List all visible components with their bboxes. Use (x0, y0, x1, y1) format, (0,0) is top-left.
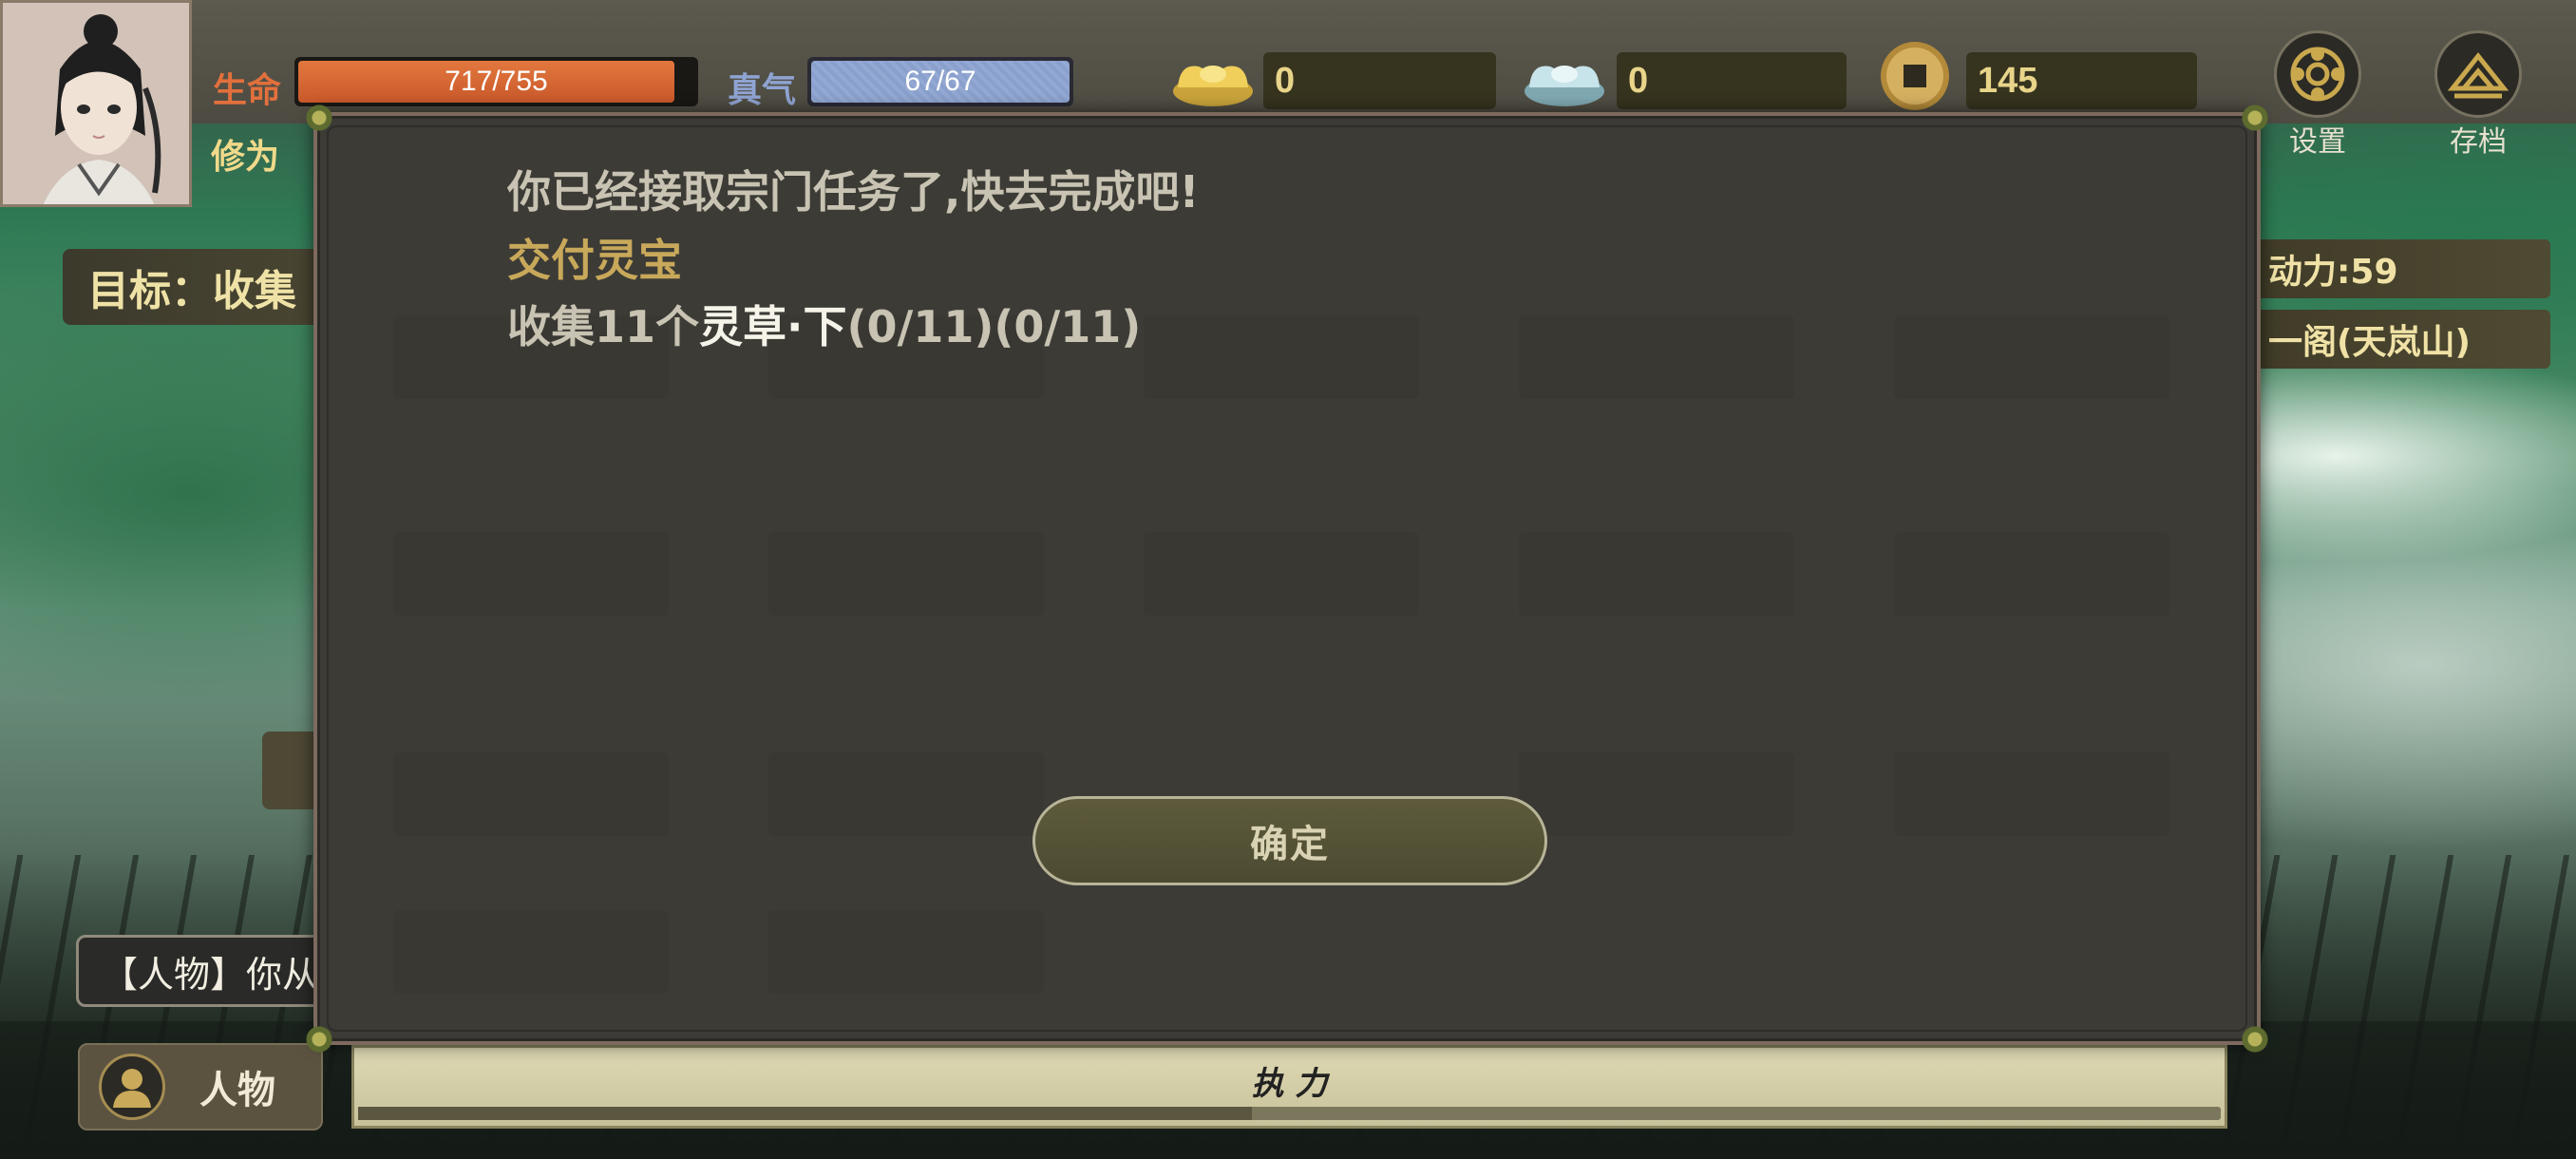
quest-accepted-dialog: 你已经接取宗门任务了,快去完成吧! 交付灵宝 收集11个灵草·下(0/11)(0… (300, 99, 2274, 1058)
location-tag[interactable]: 一阁(天岚山) (2242, 310, 2550, 369)
task-requirement-prefix: 收集11个 (507, 301, 700, 352)
task-requirement: 收集11个灵草·下(0/11)(0/11) (507, 293, 1141, 355)
quest-goal-bar[interactable]: 目标：收集 (63, 249, 348, 325)
cultivation-label: 修为 (211, 138, 280, 177)
corner-ornament (2236, 99, 2274, 137)
save-button[interactable] (2434, 30, 2522, 118)
hp-value: 717/755 (445, 66, 548, 97)
portrait-avatar-icon (3, 3, 189, 204)
save-label: 存档 (2450, 125, 2507, 159)
gold-ingot-count: 0 (1263, 52, 1496, 109)
task-item-name: 灵草·下 (699, 301, 847, 352)
hp-label: 生命 (213, 71, 282, 110)
character-button[interactable]: 人物 (78, 1043, 323, 1130)
silver-ingot-count: 0 (1617, 52, 1847, 109)
player-portrait[interactable] (0, 0, 192, 207)
settings-label: 设置 (2289, 125, 2346, 159)
confirm-button[interactable]: 确定 (1032, 796, 1547, 885)
hp-bar: 717/755 (294, 57, 698, 106)
stamina-track (358, 1107, 2221, 1120)
settings-button[interactable] (2274, 30, 2361, 118)
silver-ingot-icon (1525, 66, 1604, 106)
gold-ingot-icon (1173, 66, 1253, 106)
stamina-tag: 动力:59 (2242, 239, 2550, 298)
task-progress: (0/11)(0/11) (846, 301, 1142, 352)
stamina-label: 执 力 (1251, 1065, 1328, 1103)
side-tab[interactable] (262, 732, 319, 809)
character-label: 人物 (199, 1069, 275, 1112)
qi-value: 67/67 (904, 66, 976, 97)
person-icon (99, 1054, 165, 1120)
corner-ornament (300, 99, 338, 137)
qi-label: 真气 (728, 71, 797, 110)
task-title: 交付灵宝 (507, 235, 682, 286)
save-icon (2447, 51, 2510, 99)
coin-count: 145 (1966, 52, 2197, 109)
qi-bar: 67/67 (807, 57, 1073, 106)
copper-coin-icon (1881, 42, 1949, 110)
stamina-bar: 执 力 (351, 1045, 2227, 1129)
dialog-message: 你已经接取宗门任务了,快去完成吧! (507, 166, 1200, 218)
stamina-fill (358, 1107, 1253, 1120)
corner-ornament (300, 1020, 338, 1058)
gear-icon (2290, 47, 2345, 102)
corner-ornament (2236, 1020, 2274, 1058)
